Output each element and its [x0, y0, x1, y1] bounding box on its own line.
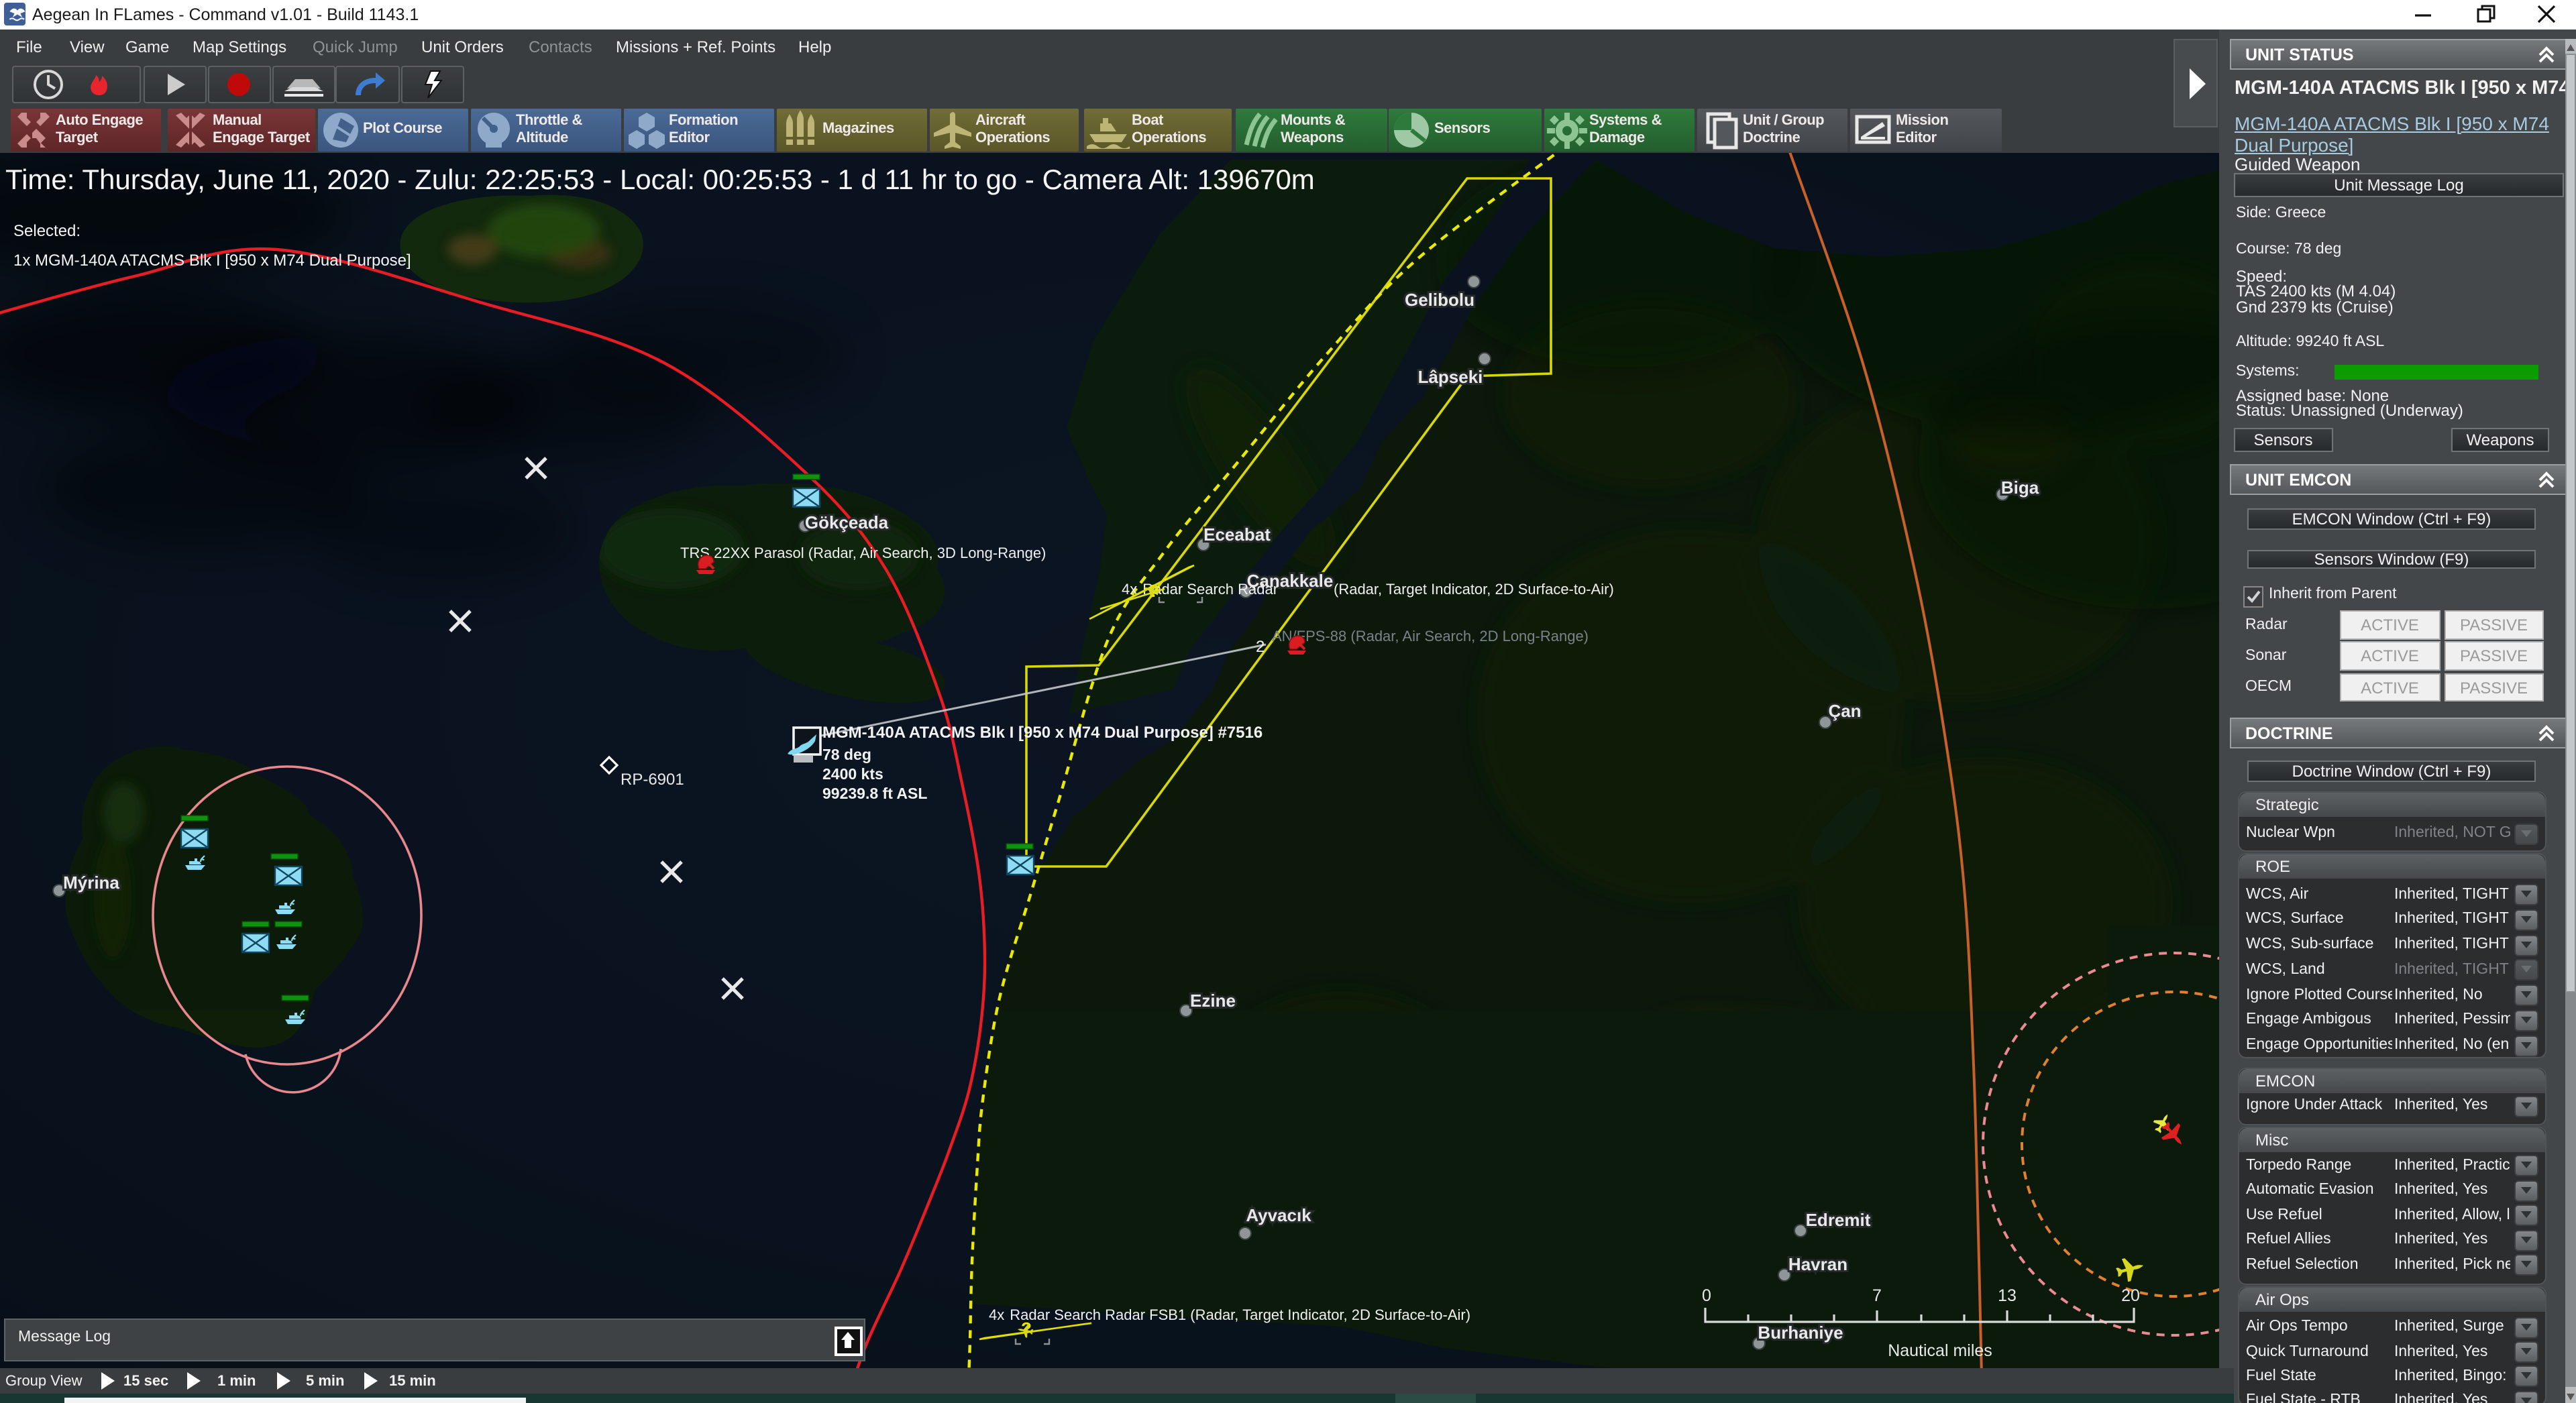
- svg-text:Gelibolu: Gelibolu: [1405, 289, 1474, 309]
- svg-text:Havran: Havran: [1788, 1253, 1847, 1274]
- svg-text:Çan: Çan: [1828, 700, 1861, 720]
- svg-text:99239.8 ft ASL: 99239.8 ft ASL: [822, 784, 927, 801]
- svg-text:0: 0: [1702, 1286, 1711, 1304]
- svg-text:78 deg: 78 deg: [822, 745, 871, 763]
- svg-text:(Radar, Target Indicator, 2D S: (Radar, Target Indicator, 2D Surface-to-…: [1334, 580, 1614, 597]
- svg-text:Ezine: Ezine: [1190, 990, 1236, 1010]
- svg-text:Time: Thursday, June 11, 2020: Time: Thursday, June 11, 2020 - Zulu: 22…: [5, 163, 1315, 194]
- svg-text:13: 13: [1998, 1286, 2017, 1304]
- svg-text:Burhaniye: Burhaniye: [1758, 1322, 1843, 1342]
- svg-text:Biga: Biga: [2001, 477, 2039, 497]
- svg-text:7: 7: [1872, 1286, 1882, 1304]
- svg-text:Mýrina: Mýrina: [63, 872, 119, 892]
- svg-text:AN/FPS-88 (Radar, Air Search,: AN/FPS-88 (Radar, Air Search, 2D Long-Ra…: [1272, 627, 1589, 644]
- svg-text:Lâpseki: Lâpseki: [1418, 366, 1483, 386]
- svg-text:Ayvacık: Ayvacık: [1246, 1204, 1311, 1225]
- svg-text:Selected:: Selected:: [13, 221, 80, 239]
- svg-text:Nautical miles: Nautical miles: [1888, 1341, 1992, 1359]
- svg-text:Eceabat: Eceabat: [1203, 524, 1271, 544]
- svg-text:2: 2: [1256, 637, 1265, 655]
- svg-text:RP-6901: RP-6901: [621, 770, 684, 788]
- svg-text:Edremit: Edremit: [1806, 1209, 1871, 1229]
- svg-text:20: 20: [2121, 1286, 2140, 1304]
- svg-text:4xRadar Search Radar FSB1 (Rad: 4xRadar Search Radar FSB1 (Radar, Target…: [989, 1306, 1470, 1323]
- svg-text:TRS 22XX Parasol (Radar, Air S: TRS 22XX Parasol (Radar, Air Search, 3D …: [680, 544, 1046, 561]
- svg-text:MGM-140A ATACMS Blk I [950 x M: MGM-140A ATACMS Blk I [950 x M74 Dual Pu…: [822, 723, 1263, 741]
- svg-text:2400 kts: 2400 kts: [822, 765, 883, 782]
- svg-text:1x MGM-140A ATACMS Blk I [950: 1x MGM-140A ATACMS Blk I [950 x M74 Dual…: [13, 251, 411, 269]
- svg-text:Gökçeada: Gökçeada: [805, 512, 889, 532]
